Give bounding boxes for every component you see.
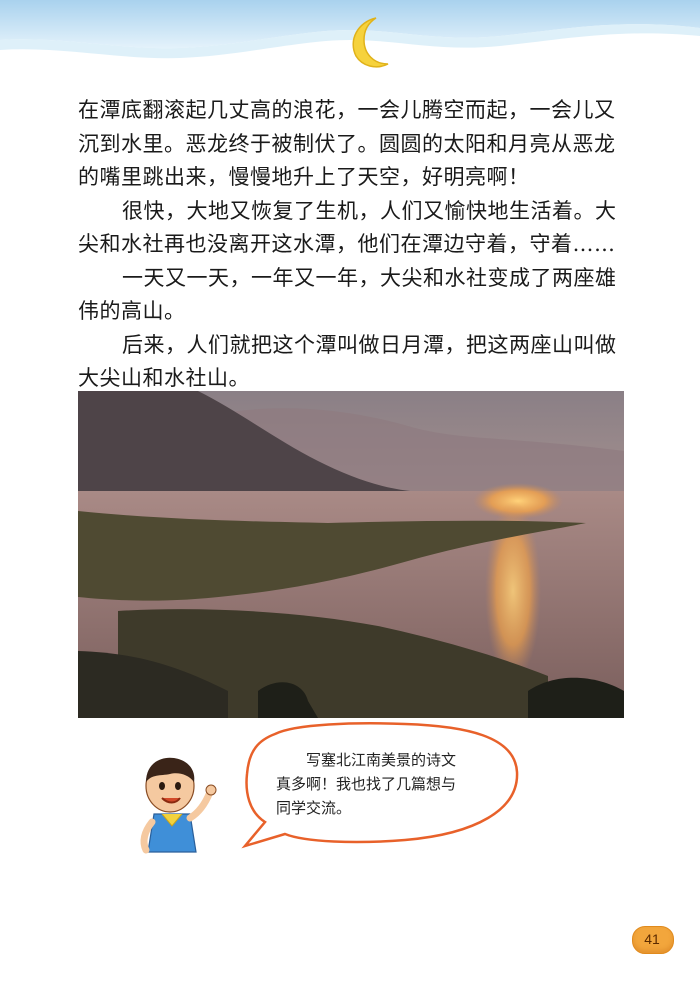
page-number: 41 (644, 931, 660, 947)
bubble-text: 写塞北江南美景的诗文 真多啊！我也找了几篇想与 同学交流。 (276, 748, 516, 820)
story-text: 在潭底翻滚起几丈高的浪花，一会儿腾空而起，一会儿又沉到水里。恶龙终于被制伏了。圆… (78, 94, 626, 396)
bubble-line-3: 同学交流。 (276, 799, 352, 817)
paragraph-3: 一天又一天，一年又一年，大尖和水社变成了两座雄伟的高山。 (78, 265, 617, 324)
bubble-line-1: 写塞北江南美景的诗文 (306, 751, 457, 769)
paragraph-1: 在潭底翻滚起几丈高的浪花，一会儿腾空而起，一会儿又沉到水里。恶龙终于被制伏了。圆… (78, 98, 616, 189)
crescent-moon-icon (352, 17, 389, 68)
boy-pointing-illustration (140, 757, 217, 854)
bubble-line-2: 真多啊！我也找了几篇想与 (276, 775, 457, 793)
paragraph-2: 很快，大地又恢复了生机，人们又愉快地生活着。大尖和水社再也没离开这水潭，他们在潭… (78, 198, 617, 257)
sun-moon-lake-photo (78, 391, 624, 718)
paragraph-4: 后来，人们就把这个潭叫做日月潭，把这两座山叫做大尖山和水社山。 (78, 332, 617, 391)
